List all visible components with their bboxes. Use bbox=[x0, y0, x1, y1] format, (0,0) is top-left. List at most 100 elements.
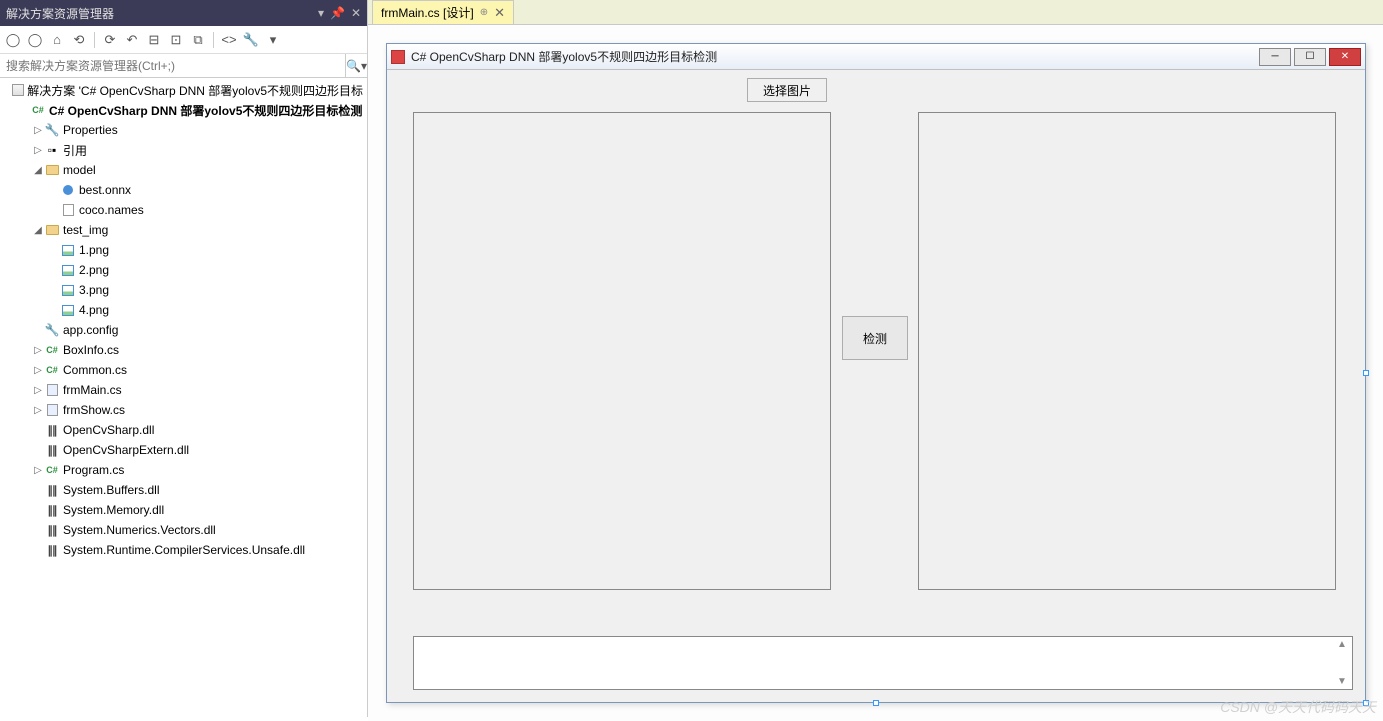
tree-node[interactable]: ◢ model bbox=[0, 160, 367, 180]
tree-node[interactable]: ◢ test_img bbox=[0, 220, 367, 240]
folder-icon bbox=[44, 162, 60, 178]
csharp-icon: C# bbox=[30, 102, 46, 118]
image-icon bbox=[60, 282, 76, 298]
tree-node[interactable]: 解决方案 'C# OpenCvSharp DNN 部署yolov5不规则四边形目… bbox=[0, 80, 367, 100]
tree-node[interactable]: ∥∥OpenCvSharpExtern.dll bbox=[0, 440, 367, 460]
tree-node-label: System.Memory.dll bbox=[63, 503, 164, 517]
tree-node[interactable]: coco.names bbox=[0, 200, 367, 220]
back-icon[interactable]: ◯ bbox=[4, 31, 22, 49]
dropdown-icon[interactable]: ▾ bbox=[318, 6, 324, 20]
show-all-icon[interactable]: ⊟ bbox=[145, 31, 163, 49]
detect-button[interactable]: 检测 bbox=[842, 316, 908, 360]
csharp-icon: C# bbox=[44, 342, 60, 358]
dll-icon: ∥∥ bbox=[44, 442, 60, 458]
close-button[interactable]: ✕ bbox=[1329, 48, 1361, 66]
tree-node-label: frmShow.cs bbox=[63, 403, 125, 417]
tree-node[interactable]: ▷C#Common.cs bbox=[0, 360, 367, 380]
tree-node-label: BoxInfo.cs bbox=[63, 343, 119, 357]
home-icon[interactable]: ⌂ bbox=[48, 31, 66, 49]
more-icon[interactable]: ▾ bbox=[264, 31, 282, 49]
search-icon[interactable]: 🔍▾ bbox=[345, 54, 367, 77]
tree-node-label: frmMain.cs bbox=[63, 383, 122, 397]
tree-node[interactable]: 🔧app.config bbox=[0, 320, 367, 340]
tree-node[interactable]: ∥∥System.Numerics.Vectors.dll bbox=[0, 520, 367, 540]
expand-icon[interactable]: ▷ bbox=[32, 385, 44, 396]
editor-area: frmMain.cs [设计] ⊕ ✕ C# OpenCvSharp DNN 部… bbox=[368, 0, 1383, 717]
tab-frmmain-design[interactable]: frmMain.cs [设计] ⊕ ✕ bbox=[372, 0, 514, 24]
tree-node-label: 3.png bbox=[79, 283, 109, 297]
onnx-icon bbox=[60, 182, 76, 198]
close-panel-icon[interactable]: ✕ bbox=[351, 6, 361, 20]
image-icon bbox=[60, 302, 76, 318]
tree-node-label: test_img bbox=[63, 223, 108, 237]
tree-node[interactable]: best.onnx bbox=[0, 180, 367, 200]
expand-icon[interactable]: ▷ bbox=[32, 345, 44, 356]
tree-node[interactable]: 2.png bbox=[0, 260, 367, 280]
resize-handle-corner[interactable] bbox=[1363, 700, 1369, 706]
tree-node[interactable]: ▷🔧Properties bbox=[0, 120, 367, 140]
tab-close-icon[interactable]: ✕ bbox=[494, 5, 505, 21]
tree-node[interactable]: 4.png bbox=[0, 300, 367, 320]
panel-title: 解决方案资源管理器 bbox=[6, 5, 114, 22]
tree-node[interactable]: ▷C#Program.cs bbox=[0, 460, 367, 480]
preview-icon[interactable]: ⊡ bbox=[167, 31, 185, 49]
form-icon bbox=[44, 402, 60, 418]
picturebox-input[interactable] bbox=[413, 112, 831, 590]
properties-icon[interactable]: 🔧 bbox=[242, 31, 260, 49]
tree-node[interactable]: 1.png bbox=[0, 240, 367, 260]
tree-node[interactable]: C#C# OpenCvSharp DNN 部署yolov5不规则四边形目标检测 bbox=[0, 100, 367, 120]
wrench-icon: 🔧 bbox=[44, 122, 60, 138]
tree-node-label: Properties bbox=[63, 123, 118, 137]
tree-node[interactable]: ▷ frmMain.cs bbox=[0, 380, 367, 400]
minimize-button[interactable]: ─ bbox=[1259, 48, 1291, 66]
tree-node-label: System.Numerics.Vectors.dll bbox=[63, 523, 216, 537]
tree-node-label: 解决方案 'C# OpenCvSharp DNN 部署yolov5不规则四边形目… bbox=[27, 82, 363, 99]
expand-icon[interactable]: ◢ bbox=[32, 225, 44, 236]
expand-icon[interactable]: ▷ bbox=[32, 365, 44, 376]
resize-handle-bottom[interactable] bbox=[873, 700, 879, 706]
search-row: 🔍▾ bbox=[0, 54, 367, 78]
scroll-up-icon[interactable]: ▲ bbox=[1337, 639, 1347, 650]
select-image-button[interactable]: 选择图片 bbox=[747, 78, 827, 102]
scrollbar[interactable]: ▲ ▼ bbox=[1334, 639, 1350, 687]
tab-pin-icon[interactable]: ⊕ bbox=[480, 7, 488, 18]
winform-designer[interactable]: C# OpenCvSharp DNN 部署yolov5不规则四边形目标检测 ─ … bbox=[386, 43, 1366, 703]
dll-icon: ∥∥ bbox=[44, 522, 60, 538]
collapse-icon[interactable]: ↶ bbox=[123, 31, 141, 49]
solution-tree: 解决方案 'C# OpenCvSharp DNN 部署yolov5不规则四边形目… bbox=[0, 78, 367, 717]
form-icon bbox=[44, 382, 60, 398]
refresh-icon[interactable]: ⟳ bbox=[101, 31, 119, 49]
tree-node[interactable]: ▷▫▪引用 bbox=[0, 140, 367, 160]
resize-handle-right[interactable] bbox=[1363, 370, 1369, 376]
csharp-icon: C# bbox=[44, 462, 60, 478]
tree-node-label: 1.png bbox=[79, 243, 109, 257]
tree-node[interactable]: ▷C#BoxInfo.cs bbox=[0, 340, 367, 360]
tree-node[interactable]: ∥∥System.Runtime.CompilerServices.Unsafe… bbox=[0, 540, 367, 560]
tree-node-label: app.config bbox=[63, 323, 118, 337]
tree-node-label: model bbox=[63, 163, 96, 177]
tree-node[interactable]: ∥∥System.Buffers.dll bbox=[0, 480, 367, 500]
copy-icon[interactable]: ⧉ bbox=[189, 31, 207, 49]
expand-icon[interactable]: ▷ bbox=[32, 465, 44, 476]
pin-icon[interactable]: 📌 bbox=[330, 6, 345, 20]
forward-icon[interactable]: ◯ bbox=[26, 31, 44, 49]
csharp-icon: C# bbox=[44, 362, 60, 378]
maximize-button[interactable]: ☐ bbox=[1294, 48, 1326, 66]
tree-node[interactable]: ∥∥OpenCvSharp.dll bbox=[0, 420, 367, 440]
tree-node[interactable]: 3.png bbox=[0, 280, 367, 300]
code-icon[interactable]: <> bbox=[220, 31, 238, 49]
search-input[interactable] bbox=[0, 55, 345, 77]
expand-icon[interactable]: ◢ bbox=[32, 165, 44, 176]
expand-icon[interactable]: ▷ bbox=[32, 125, 44, 136]
expand-icon[interactable]: ▷ bbox=[32, 145, 44, 156]
form-body: 选择图片 检测 ▲ ▼ bbox=[387, 70, 1365, 702]
sync-icon[interactable]: ⟲ bbox=[70, 31, 88, 49]
tree-node-label: 4.png bbox=[79, 303, 109, 317]
tree-node[interactable]: ▷ frmShow.cs bbox=[0, 400, 367, 420]
tree-node-label: coco.names bbox=[79, 203, 144, 217]
picturebox-output[interactable] bbox=[918, 112, 1336, 590]
tree-node[interactable]: ∥∥System.Memory.dll bbox=[0, 500, 367, 520]
scroll-down-icon[interactable]: ▼ bbox=[1337, 676, 1347, 687]
output-textbox[interactable]: ▲ ▼ bbox=[413, 636, 1353, 690]
expand-icon[interactable]: ▷ bbox=[32, 405, 44, 416]
